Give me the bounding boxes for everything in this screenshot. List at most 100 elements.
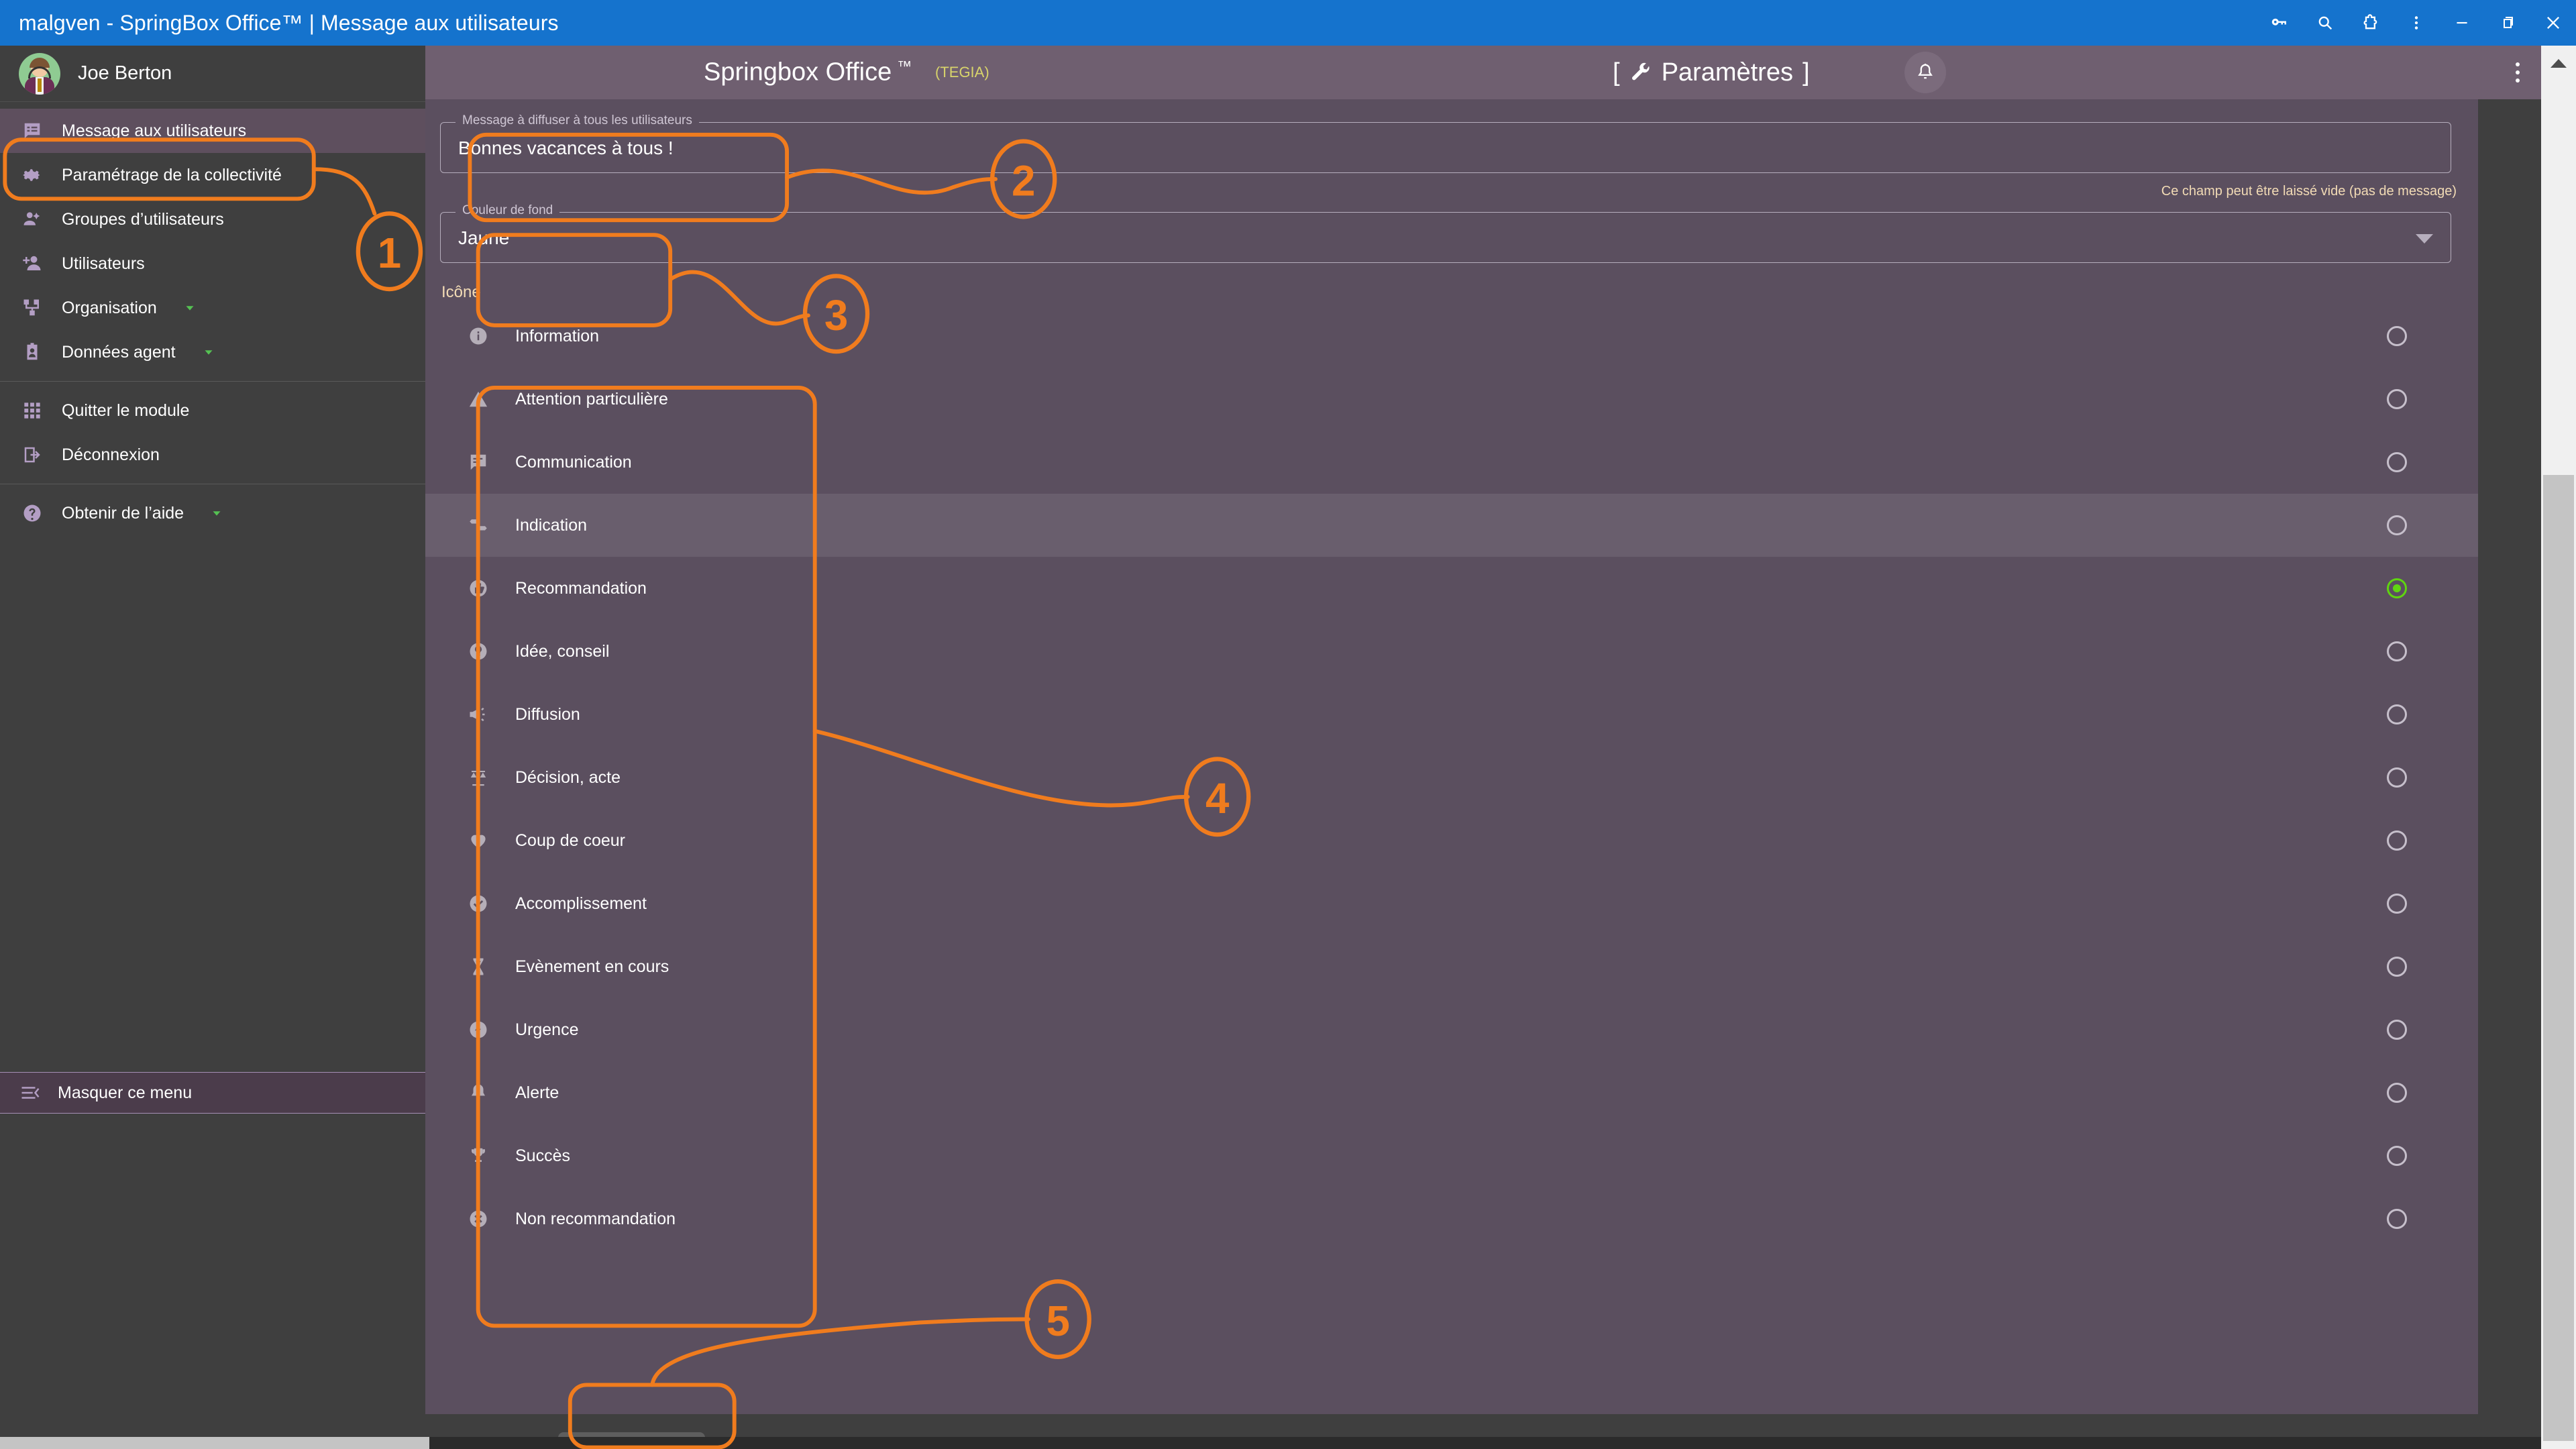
icon-option-radio[interactable]	[2387, 326, 2407, 346]
sidebar-item-label: Groupes d’utilisateurs	[62, 209, 224, 229]
extensions-icon[interactable]	[2348, 0, 2394, 46]
hide-menu-button[interactable]: Masquer ce menu	[0, 1072, 425, 1114]
icon-option-row[interactable]: Communication	[425, 431, 2478, 494]
sidebar-item-label: Message aux utilisateurs	[62, 121, 247, 140]
warning-triangle-icon	[468, 389, 506, 409]
sidebar-item-label: Données agent	[62, 342, 176, 362]
trademark-symbol: ™	[897, 58, 912, 75]
icon-option-radio[interactable]	[2387, 957, 2407, 977]
sidebar-item-parametrage-collectivite[interactable]: Paramétrage de la collectivité	[0, 153, 425, 197]
scroll-up-icon[interactable]	[2551, 59, 2567, 68]
minimize-icon[interactable]	[2439, 0, 2485, 46]
icon-option-radio[interactable]	[2387, 1020, 2407, 1040]
sidebar-item-label: Quitter le module	[62, 400, 190, 420]
broadcast-message-label: Message à diffuser à tous les utilisateu…	[455, 113, 699, 128]
sidebar-item-message-aux-utilisateurs[interactable]: Message aux utilisateurs	[0, 109, 425, 153]
close-icon[interactable]	[2530, 0, 2576, 46]
org-chart-icon	[20, 298, 44, 318]
hourglass-icon	[468, 957, 506, 977]
notifications-button[interactable]	[1904, 52, 1946, 93]
icon-option-radio[interactable]	[2387, 578, 2407, 598]
sidebar-item-utilisateurs[interactable]: Utilisateurs	[0, 241, 425, 286]
sidebar-item-donnees-agent[interactable]: Données agent	[0, 330, 425, 374]
bracket-close: ]	[1802, 58, 1810, 87]
icon-option-label: Non recommandation	[515, 1209, 676, 1228]
icon-option-radio[interactable]	[2387, 767, 2407, 788]
sidebar-item-quitter-module[interactable]: Quitter le module	[0, 388, 425, 433]
settings-panel: Message à diffuser à tous les utilisateu…	[425, 99, 2478, 1414]
help-circle-icon	[20, 503, 44, 523]
x-circle-icon	[468, 1209, 506, 1229]
icon-option-label: Attention particulière	[515, 389, 668, 409]
scrollbar-thumb[interactable]	[0, 1437, 429, 1449]
icon-option-radio[interactable]	[2387, 1146, 2407, 1166]
icon-option-row[interactable]: Non recommandation	[425, 1187, 2478, 1250]
thumb-up-circle-icon	[468, 578, 506, 598]
bracket-open: [	[1613, 58, 1620, 87]
icon-option-radio[interactable]	[2387, 830, 2407, 851]
icon-option-row[interactable]: Accomplissement	[425, 872, 2478, 935]
sidebar-item-organisation[interactable]: Organisation	[0, 286, 425, 330]
icon-option-row[interactable]: Attention particulière	[425, 368, 2478, 431]
sidebar-item-label: Organisation	[62, 298, 157, 317]
broadcast-message-input[interactable]: Message à diffuser à tous les utilisateu…	[440, 113, 2451, 173]
icon-option-radio[interactable]	[2387, 1209, 2407, 1229]
icon-option-radio[interactable]	[2387, 452, 2407, 472]
background-color-select[interactable]: Couleur de fond Jaune	[440, 203, 2451, 263]
icon-option-row[interactable]: Indication	[425, 494, 2478, 557]
megaphone-icon	[468, 704, 506, 724]
icon-option-label: Décision, acte	[515, 767, 621, 787]
icon-option-radio[interactable]	[2387, 641, 2407, 661]
icon-option-row[interactable]: Urgence	[425, 998, 2478, 1061]
password-key-icon[interactable]	[2257, 0, 2302, 46]
search-icon[interactable]	[2302, 0, 2348, 46]
trophy-icon	[468, 1146, 506, 1166]
heart-icon	[468, 830, 506, 851]
background-color-label: Couleur de fond	[455, 203, 560, 218]
vertical-scrollbar[interactable]	[2541, 46, 2576, 1449]
restore-icon[interactable]	[2485, 0, 2530, 46]
lightbulb-circle-icon	[468, 641, 506, 661]
chevron-down-icon[interactable]	[182, 301, 197, 315]
chevron-down-icon[interactable]	[2416, 234, 2433, 244]
sidebar-nav: Message aux utilisateurs Paramétrage de …	[0, 102, 425, 535]
sidebar-item-deconnexion[interactable]: Déconnexion	[0, 433, 425, 477]
header-menu-icon[interactable]	[2516, 62, 2520, 83]
icon-option-radio[interactable]	[2387, 389, 2407, 409]
chevron-down-icon[interactable]	[201, 345, 216, 360]
sidebar-item-groupes-utilisateurs[interactable]: Groupes d’utilisateurs	[0, 197, 425, 241]
icon-option-label: Alerte	[515, 1083, 559, 1102]
user-group-add-icon	[20, 209, 44, 229]
window-controls	[2257, 0, 2576, 46]
icon-option-row[interactable]: Succès	[425, 1124, 2478, 1187]
user-profile[interactable]: Joe Berton	[0, 46, 425, 102]
tenant-badge: (TEGIA)	[935, 64, 989, 80]
browser-titlebar: malgven - SpringBox Office™ | Message au…	[0, 0, 2576, 46]
scales-icon	[468, 767, 506, 788]
id-badge-icon	[20, 342, 44, 362]
icon-option-row[interactable]: Décision, acte	[425, 746, 2478, 809]
icon-option-row[interactable]: Evènement en cours	[425, 935, 2478, 998]
browser-menu-icon[interactable]	[2394, 0, 2439, 46]
icon-option-row[interactable]: Coup de coeur	[425, 809, 2478, 872]
icon-option-radio[interactable]	[2387, 704, 2407, 724]
icon-option-radio[interactable]	[2387, 515, 2407, 535]
icon-option-row[interactable]: Alerte	[425, 1061, 2478, 1124]
chevron-down-icon[interactable]	[209, 506, 224, 521]
horizontal-scrollbar[interactable]	[0, 1437, 2541, 1449]
icon-option-row[interactable]: Diffusion	[425, 683, 2478, 746]
icon-option-radio[interactable]	[2387, 894, 2407, 914]
sidebar-item-obtenir-aide[interactable]: Obtenir de l’aide	[0, 491, 425, 535]
scrollbar-thumb[interactable]	[2543, 475, 2574, 1441]
icon-option-label: Accomplissement	[515, 894, 647, 913]
icon-option-radio[interactable]	[2387, 1083, 2407, 1103]
icon-option-row[interactable]: Information	[425, 305, 2478, 368]
icon-option-label: Urgence	[515, 1020, 579, 1039]
bell-alert-icon	[468, 1083, 506, 1103]
icon-option-row[interactable]: Recommandation	[425, 557, 2478, 620]
icon-option-label: Idée, conseil	[515, 641, 610, 661]
content-area: Springbox Office ™ (TEGIA) [ Paramètres] …	[425, 46, 2541, 1449]
icon-option-label: Information	[515, 326, 600, 345]
background-color-value: Jaune	[458, 227, 510, 248]
icon-option-row[interactable]: Idée, conseil	[425, 620, 2478, 683]
